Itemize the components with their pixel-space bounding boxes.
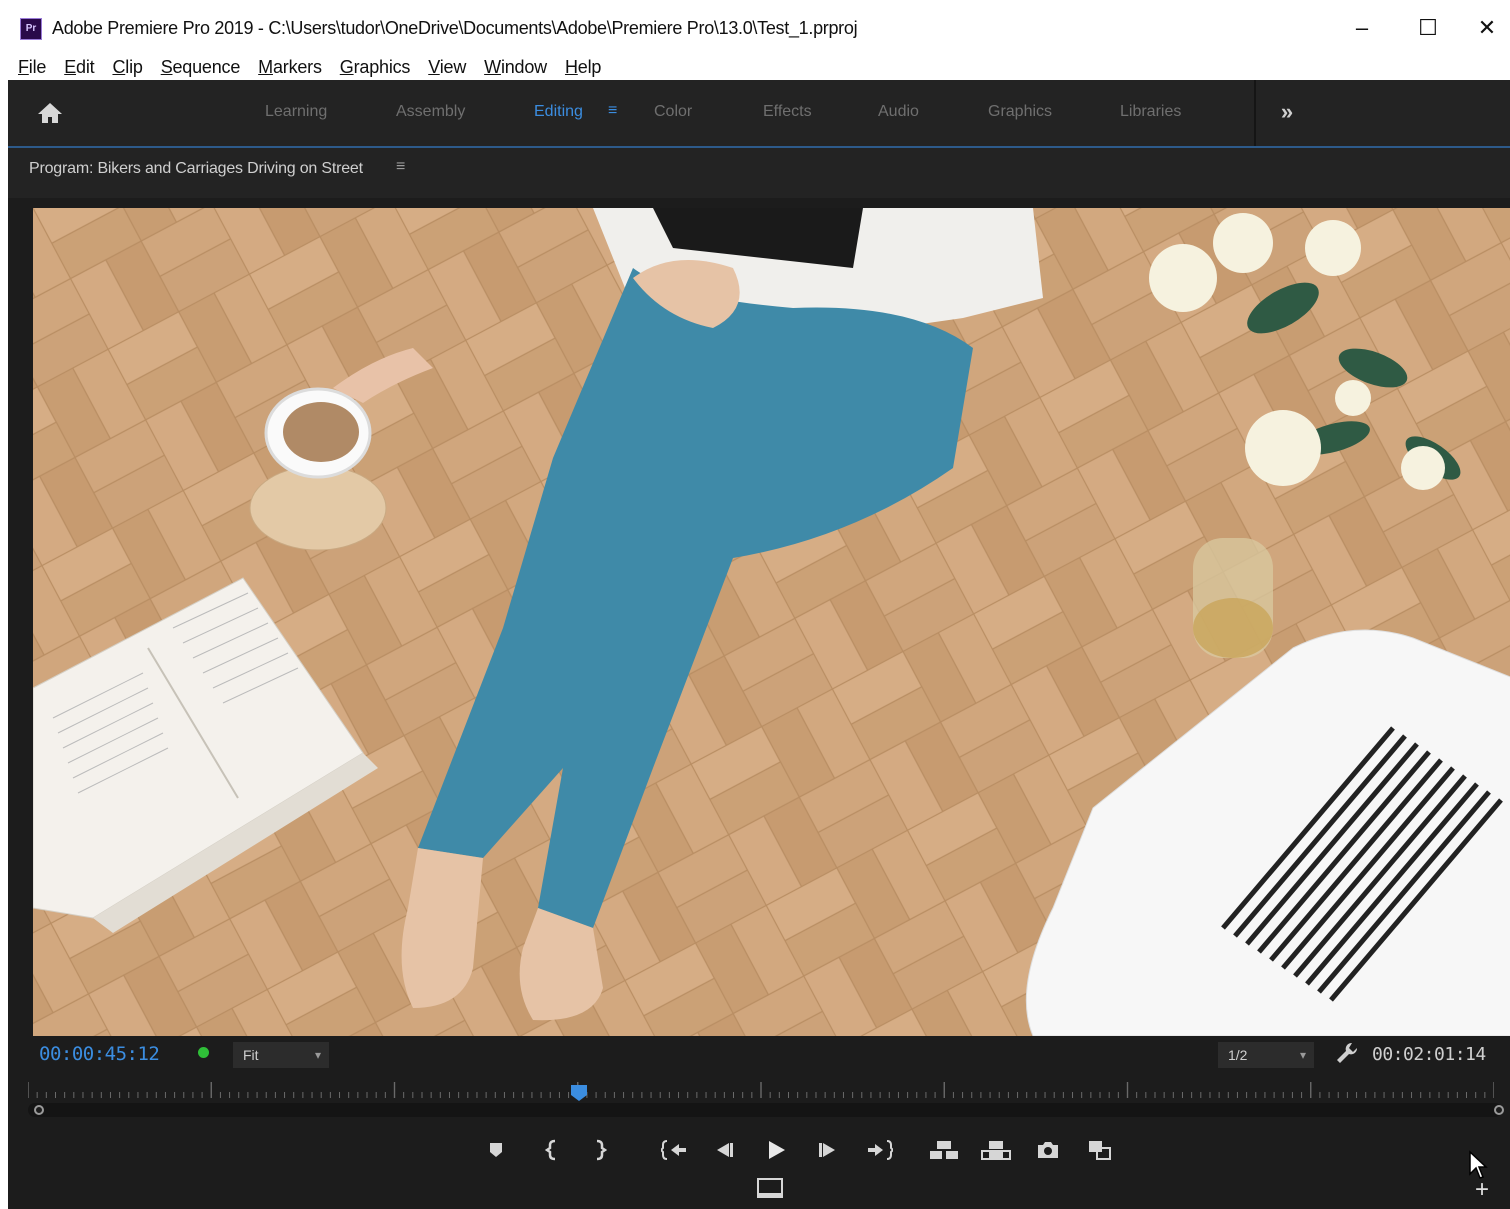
time-ruler[interactable] xyxy=(28,1080,1494,1100)
menu-graphics[interactable]: Graphics xyxy=(331,56,419,80)
playhead-handle[interactable] xyxy=(570,1084,588,1102)
play-icon[interactable] xyxy=(758,1132,794,1168)
menu-markers[interactable]: Markers xyxy=(249,56,331,80)
step-forward-icon[interactable] xyxy=(810,1132,846,1168)
mark-in-icon[interactable] xyxy=(534,1132,570,1168)
menu-view[interactable]: View xyxy=(419,56,475,80)
workspace-bar: Learning Assembly Editing ≡ Color Effect… xyxy=(8,80,1510,148)
comparison-view-icon[interactable] xyxy=(1082,1132,1118,1168)
panel-menu-icon[interactable]: ≡ xyxy=(396,158,405,176)
more-workspaces-icon[interactable]: » xyxy=(1272,98,1302,128)
workspace-tab-effects[interactable]: Effects xyxy=(763,80,812,146)
workspace-tab-graphics[interactable]: Graphics xyxy=(988,80,1052,146)
premiere-app-icon: Pr xyxy=(20,18,42,40)
workspace-tab-assembly[interactable]: Assembly xyxy=(396,80,465,146)
workspace-tab-editing[interactable]: Editing xyxy=(534,80,583,146)
menu-bar: File Edit Clip Sequence Markers Graphics… xyxy=(0,56,1510,80)
close-button[interactable]: ✕ xyxy=(1464,8,1510,48)
menu-sequence[interactable]: Sequence xyxy=(152,56,249,80)
resolution-value: 1/2 xyxy=(1228,1047,1248,1063)
menu-clip[interactable]: Clip xyxy=(103,56,151,80)
button-editor-plus-icon[interactable]: + xyxy=(1470,1178,1494,1202)
duration-timecode: 00:02:01:14 xyxy=(1372,1044,1486,1065)
menu-help[interactable]: Help xyxy=(556,56,610,80)
premiere-app: Learning Assembly Editing ≡ Color Effect… xyxy=(8,80,1510,1209)
minimize-button[interactable]: – xyxy=(1332,8,1392,48)
workspace-tab-libraries[interactable]: Libraries xyxy=(1120,80,1181,146)
overwrite-icon[interactable] xyxy=(978,1132,1014,1168)
workspace-tab-learning[interactable]: Learning xyxy=(265,80,327,146)
current-timecode[interactable]: 00:00:45:12 xyxy=(39,1043,160,1065)
export-frame-icon[interactable] xyxy=(1030,1132,1066,1168)
program-monitor-title[interactable]: Program: Bikers and Carriages Driving on… xyxy=(29,160,363,178)
chevron-down-icon: ▾ xyxy=(1299,1048,1306,1062)
zoom-level-value: Fit xyxy=(243,1047,259,1063)
insert-icon[interactable] xyxy=(926,1132,962,1168)
step-back-icon[interactable] xyxy=(706,1132,742,1168)
workspace-menu-icon[interactable]: ≡ xyxy=(608,102,617,120)
chevron-down-icon: ▾ xyxy=(314,1048,321,1062)
transport-controls xyxy=(478,1132,1118,1168)
playback-resolution-select[interactable]: 1/2 ▾ xyxy=(1218,1042,1314,1068)
video-frame-image xyxy=(33,208,1510,1036)
scroll-start-handle[interactable] xyxy=(34,1105,44,1115)
settings-wrench-icon[interactable] xyxy=(1334,1040,1360,1066)
zoom-scroll-bar[interactable] xyxy=(28,1103,1502,1117)
menu-window[interactable]: Window xyxy=(475,56,556,80)
zoom-level-select[interactable]: Fit ▾ xyxy=(233,1042,329,1068)
mark-out-icon[interactable] xyxy=(582,1132,618,1168)
program-monitor-header: Program: Bikers and Carriages Driving on… xyxy=(8,148,1510,198)
window-title: Adobe Premiere Pro 2019 - C:\Users\tudor… xyxy=(52,18,858,38)
status-indicator xyxy=(198,1047,209,1058)
workspace-tab-audio[interactable]: Audio xyxy=(878,80,919,146)
scroll-end-handle[interactable] xyxy=(1494,1105,1504,1115)
program-video-frame[interactable] xyxy=(33,208,1510,1036)
mouse-cursor-icon xyxy=(1469,1150,1488,1179)
maximize-button[interactable]: ☐ xyxy=(1398,8,1458,48)
home-icon[interactable] xyxy=(26,96,74,130)
add-marker-icon[interactable] xyxy=(478,1132,514,1168)
menu-file[interactable]: File xyxy=(0,56,55,80)
workspace-divider xyxy=(1254,80,1256,146)
safe-margins-icon[interactable] xyxy=(754,1174,786,1202)
workspace-tab-color[interactable]: Color xyxy=(654,80,692,146)
go-to-out-icon[interactable] xyxy=(862,1132,898,1168)
title-bar: Pr Adobe Premiere Pro 2019 - C:\Users\tu… xyxy=(0,0,1510,56)
menu-edit[interactable]: Edit xyxy=(55,56,103,80)
go-to-in-icon[interactable] xyxy=(656,1132,692,1168)
